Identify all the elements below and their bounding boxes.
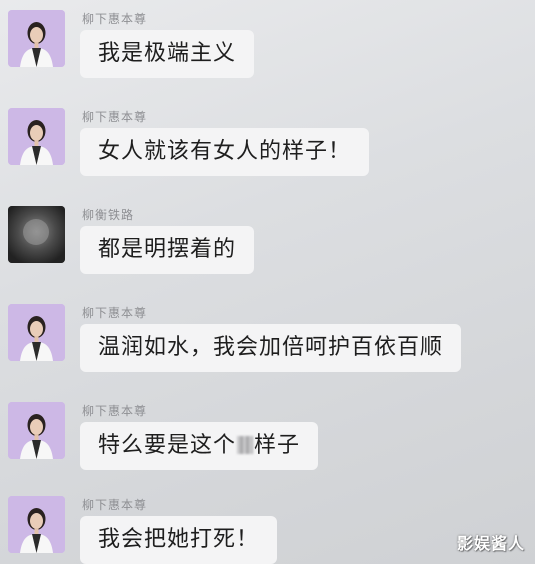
woman-avatar-icon[interactable]	[8, 304, 65, 361]
message-text-before: 特么要是这个	[98, 433, 237, 458]
message-text-after: 样子	[254, 433, 301, 458]
sender-name: 柳下惠本尊	[82, 306, 148, 320]
chat-log: 柳下惠本尊 我是极端主义 柳下惠本尊 女人就该有女人的样子！ 柳衡铁路 都是明摆…	[0, 0, 535, 564]
message-bubble[interactable]: 都是明摆着的	[80, 226, 255, 274]
sender-name: 柳下惠本尊	[82, 498, 148, 512]
sender-name: 柳下惠本尊	[82, 110, 148, 124]
woman-avatar-icon[interactable]	[8, 402, 65, 459]
message-bubble[interactable]: 我是极端主义	[80, 30, 255, 78]
sender-name: 柳下惠本尊	[82, 404, 148, 418]
woman-avatar-icon[interactable]	[8, 10, 65, 67]
dark-avatar-icon[interactable]	[8, 206, 65, 263]
woman-avatar-icon[interactable]	[8, 108, 65, 165]
message-bubble[interactable]: 温润如水，我会加倍呵护百依百顺	[80, 324, 462, 372]
message-bubble[interactable]: 特么要是这个 样子	[80, 422, 319, 470]
sender-name: 柳衡铁路	[82, 208, 135, 222]
message-bubble[interactable]: 女人就该有女人的样子！	[80, 128, 370, 176]
message-bubble[interactable]: 我会把她打死！	[80, 516, 278, 564]
censored-word	[237, 436, 254, 454]
watermark: 影娱酱人	[456, 534, 525, 553]
sender-name: 柳下惠本尊	[82, 12, 148, 26]
woman-avatar-icon[interactable]	[8, 496, 65, 553]
